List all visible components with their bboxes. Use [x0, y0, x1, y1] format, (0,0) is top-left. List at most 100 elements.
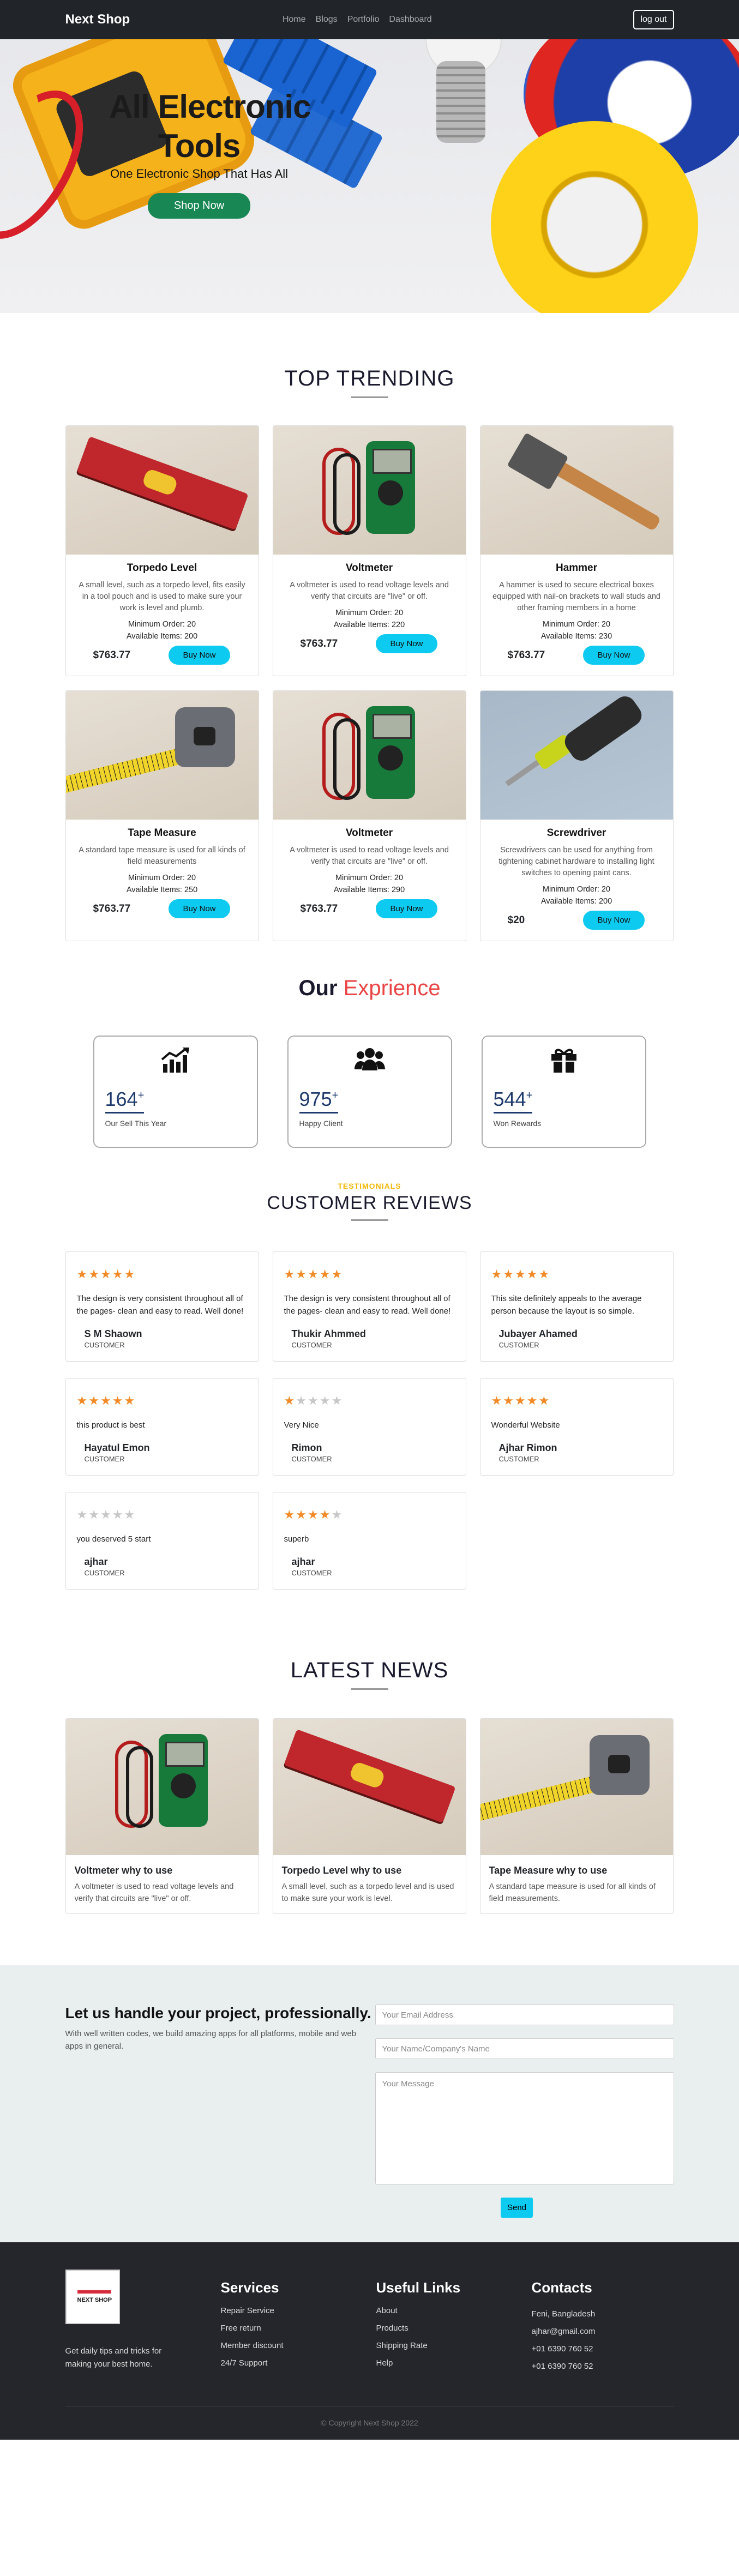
- news-card[interactable]: Torpedo Level why to use A small level, s…: [272, 1718, 466, 1914]
- experience-label: Our Sell This Year: [105, 1119, 167, 1128]
- contact-phone[interactable]: +01 6390 760 52: [532, 2362, 674, 2372]
- title-underline: [351, 1219, 388, 1221]
- review-card: ★★★★★ superb ajhar CUSTOMER: [272, 1492, 466, 1590]
- star-icon: ★: [112, 1394, 124, 1407]
- footer-link[interactable]: 24/7 Support: [221, 2358, 376, 2368]
- nav-link-portfolio[interactable]: Portfolio: [347, 15, 380, 25]
- star-icon: ★: [491, 1394, 503, 1407]
- star-icon: ★: [124, 1267, 136, 1281]
- product-card: Voltmeter A voltmeter is used to read vo…: [272, 425, 466, 676]
- product-available: Available Items: 200: [540, 897, 612, 906]
- reviewer-role: CUSTOMER: [84, 1341, 125, 1349]
- buy-now-button[interactable]: Buy Now: [376, 899, 437, 918]
- star-icon: ★: [538, 1394, 551, 1407]
- nav-link-blogs[interactable]: Blogs: [316, 15, 338, 25]
- news-card[interactable]: Tape Measure why to use A standard tape m…: [479, 1718, 674, 1914]
- chart-up-icon: [105, 1046, 246, 1079]
- reviewer-name: S M Shaown: [84, 1328, 142, 1339]
- buy-now-button[interactable]: Buy Now: [376, 634, 437, 653]
- probe-black: [333, 718, 361, 800]
- rating-stars: ★★★★★: [77, 1508, 248, 1522]
- contact-title: Let us handle your project, professional…: [65, 2005, 371, 2021]
- message-textarea[interactable]: Your Message: [375, 2072, 674, 2184]
- nav-link-dashboard[interactable]: Dashboard: [389, 15, 431, 25]
- email-input[interactable]: Your Email Address: [375, 2005, 674, 2025]
- product-desc: A standard tape measure is used for all …: [79, 846, 245, 866]
- nav-link-home[interactable]: Home: [283, 15, 306, 25]
- product-min-order: Minimum Order: 20: [128, 874, 196, 882]
- voltmeter-image: [365, 706, 415, 799]
- star-icon: ★: [514, 1394, 527, 1407]
- contact-phone[interactable]: +01 6390 760 52: [532, 2344, 674, 2354]
- star-icon: ★: [124, 1394, 136, 1407]
- product-image: [480, 691, 673, 820]
- review-card: ★★★★★ Very Nice Rimon CUSTOMER: [272, 1378, 466, 1476]
- news-title: LATEST NEWS: [290, 1658, 449, 1682]
- news-card[interactable]: Voltmeter why to use A voltmeter is used …: [65, 1718, 259, 1914]
- buy-now-button[interactable]: Buy Now: [583, 911, 645, 930]
- rating-stars: ★★★★★: [77, 1394, 248, 1408]
- product-price: $763.77: [507, 649, 545, 661]
- product-price: $763.77: [300, 637, 338, 649]
- star-icon: ★: [526, 1267, 539, 1281]
- reviewer-role: CUSTOMER: [84, 1455, 125, 1463]
- product-name: Hammer: [555, 562, 598, 574]
- product-min-order: Minimum Order: 20: [128, 620, 196, 629]
- buy-now-button[interactable]: Buy Now: [169, 899, 230, 918]
- review-text: you deserved 5 start: [76, 1534, 151, 1544]
- footer-logo[interactable]: NEXT SHOP: [65, 2270, 120, 2324]
- star-icon: ★: [331, 1394, 344, 1407]
- reviewer-role: CUSTOMER: [291, 1569, 332, 1577]
- product-price: $763.77: [93, 649, 131, 661]
- star-icon: ★: [284, 1394, 296, 1407]
- news-title-text: Torpedo Level why to use: [281, 1865, 402, 1876]
- reviewer-role: CUSTOMER: [84, 1569, 125, 1577]
- review-card: ★★★★★ The design is very consistent throu…: [65, 1251, 259, 1362]
- star-icon: ★: [503, 1394, 515, 1407]
- experience-number: 164+: [105, 1088, 145, 1114]
- name-input[interactable]: Your Name/Company's Name: [375, 2038, 674, 2059]
- footer-link[interactable]: Help: [376, 2358, 532, 2368]
- star-icon: ★: [100, 1508, 112, 1521]
- testimonials-kicker: TESTIMONIALS: [338, 1182, 401, 1190]
- star-icon: ★: [88, 1267, 100, 1281]
- review-text: Very Nice: [284, 1421, 319, 1430]
- useful-links-heading: Useful Links: [376, 2279, 461, 2296]
- contact-email[interactable]: ajhar@gmail.com: [532, 2327, 674, 2337]
- reviews-section: TESTIMONIALS CUSTOMER REVIEWS ★★★★★ The d…: [65, 1148, 674, 1590]
- services-heading: Services: [220, 2279, 279, 2296]
- footer-link[interactable]: Member discount: [221, 2341, 376, 2351]
- review-text: Wonderful Website: [491, 1421, 560, 1430]
- footer-link[interactable]: Products: [376, 2324, 532, 2333]
- logout-button[interactable]: log out: [633, 10, 674, 29]
- experience-card: 544+ Won Rewards: [481, 1036, 646, 1148]
- product-name: Torpedo Level: [127, 562, 197, 574]
- star-icon: ★: [319, 1394, 332, 1407]
- star-icon: ★: [296, 1394, 308, 1407]
- footer-link[interactable]: Free return: [221, 2324, 376, 2333]
- review-card: ★★★★★ The design is very consistent throu…: [272, 1251, 466, 1362]
- news-grid: Voltmeter why to use A voltmeter is used …: [65, 1718, 674, 1914]
- product-card: Torpedo Level A small level, such as a t…: [65, 425, 259, 676]
- product-desc: Screwdrivers can be used for anything fr…: [498, 846, 654, 877]
- reviewer-name: Rimon: [291, 1442, 322, 1453]
- shop-now-button[interactable]: Shop Now: [147, 193, 251, 219]
- footer-link[interactable]: Shipping Rate: [376, 2341, 532, 2351]
- brand-logo[interactable]: Next Shop: [65, 12, 130, 27]
- probe-black: [333, 453, 361, 535]
- hero-banner: All Electronic Tools One Electronic Shop…: [0, 39, 739, 313]
- news-desc: A standard tape measure is used for all …: [489, 1882, 656, 1903]
- review-text: This site definitely appeals to the aver…: [491, 1294, 642, 1316]
- product-name: Voltmeter: [345, 562, 393, 574]
- footer: NEXT SHOP Get daily tips and tricks for …: [0, 2242, 739, 2440]
- reviewer-name: Jubayer Ahamed: [498, 1328, 578, 1339]
- product-min-order: Minimum Order: 20: [335, 874, 404, 882]
- nav-links: Home Blogs Portfolio Dashboard: [283, 15, 432, 25]
- rating-stars: ★★★★★: [491, 1394, 662, 1408]
- footer-link[interactable]: About: [376, 2306, 532, 2316]
- footer-link[interactable]: Repair Service: [221, 2306, 376, 2316]
- send-button[interactable]: Send: [500, 2198, 533, 2218]
- buy-now-button[interactable]: Buy Now: [583, 646, 645, 665]
- buy-now-button[interactable]: Buy Now: [169, 646, 230, 665]
- hero-bulb-base: [436, 61, 485, 143]
